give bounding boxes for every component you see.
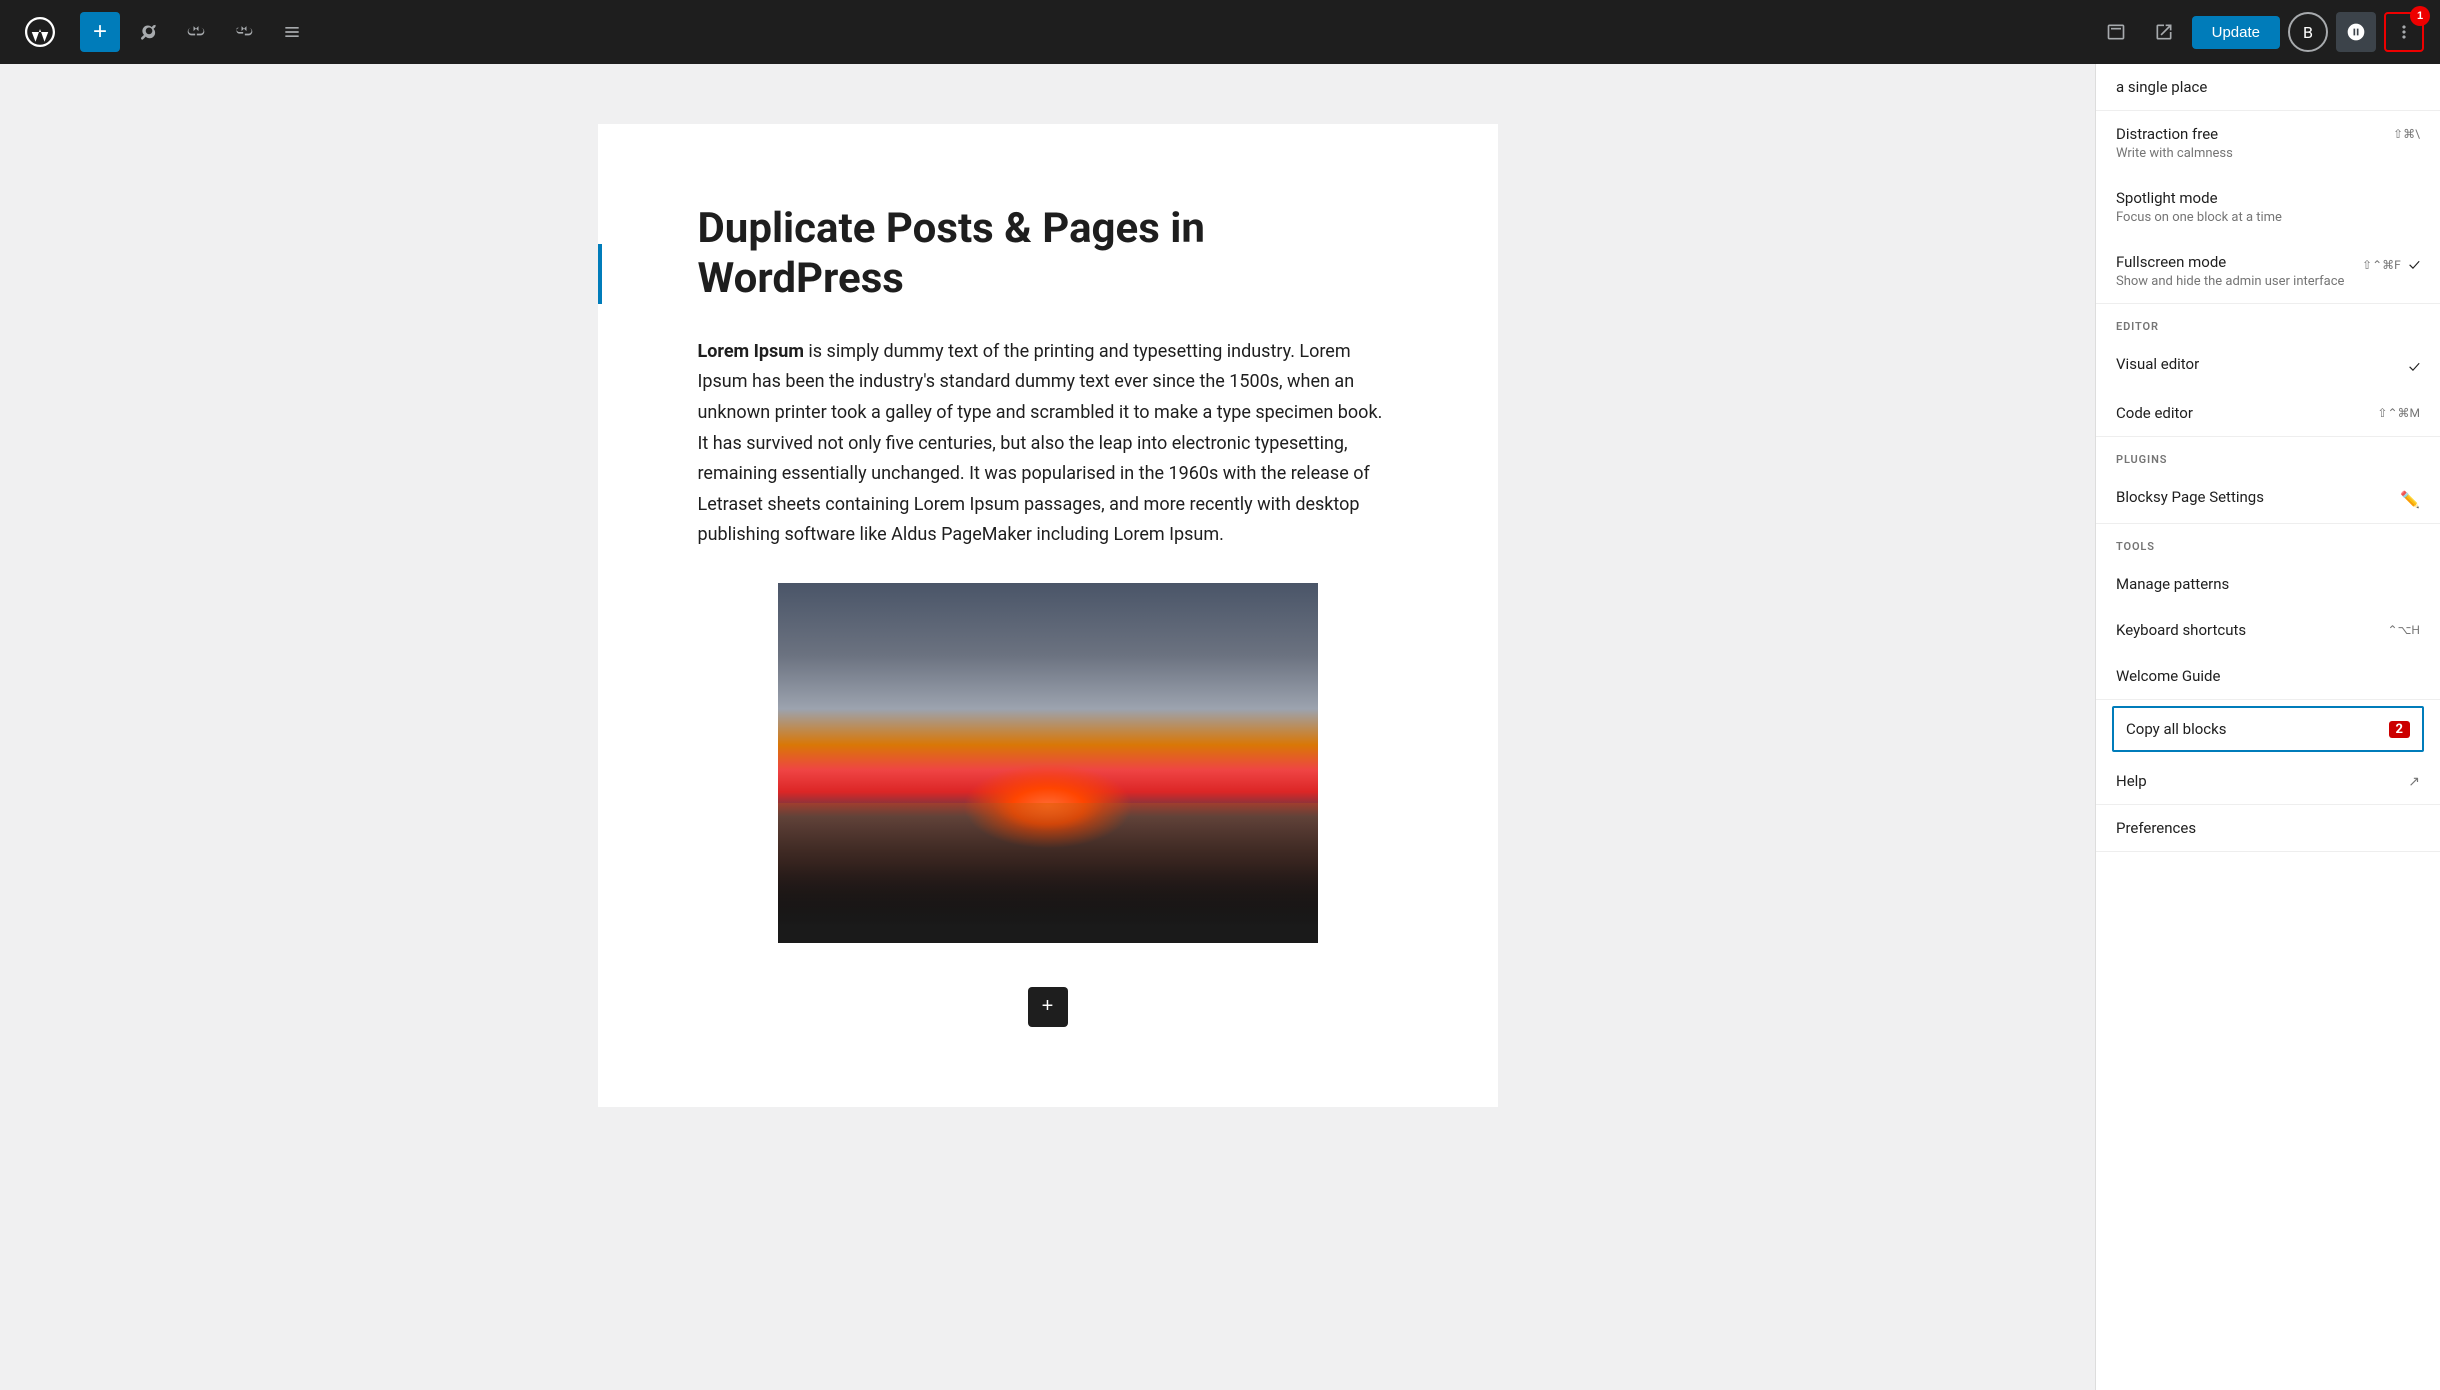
copy-all-blocks-wrapper: Copy all blocks 2 (2096, 700, 2440, 758)
plugins-section-header: PLUGINS (2096, 437, 2440, 474)
code-editor-item[interactable]: Code editor ⇧⌃⌘M (2096, 390, 2440, 436)
view-button[interactable] (2144, 12, 2184, 52)
wp-logo[interactable] (16, 8, 64, 56)
preview-options-button[interactable] (2096, 12, 2136, 52)
lorem-ipsum-bold: Lorem Ipsum (698, 341, 804, 362)
panel-top-text: a single place (2096, 64, 2440, 111)
fullscreen-check-icon: ✓ (2409, 255, 2420, 274)
options-dropdown-panel: a single place Distraction free Write wi… (2095, 64, 2440, 1390)
manage-patterns-item[interactable]: Manage patterns (2096, 561, 2440, 607)
preferences-section: Preferences (2096, 805, 2440, 852)
preferences-item[interactable]: Preferences (2096, 805, 2440, 851)
pencil-icon: ✏️ (2400, 490, 2420, 509)
fullscreen-mode-item[interactable]: Fullscreen mode Show and hide the admin … (2096, 239, 2440, 303)
help-section: Help ↗ (2096, 758, 2440, 805)
external-link-icon: ↗ (2408, 774, 2420, 790)
user-avatar[interactable]: B (2288, 12, 2328, 52)
tools-section: TOOLS Manage patterns Keyboard shortcuts… (2096, 524, 2440, 700)
add-block-below-button[interactable]: + (1028, 987, 1068, 1027)
tools-button[interactable] (128, 12, 168, 52)
copy-all-blocks-item[interactable]: Copy all blocks 2 (2112, 706, 2424, 752)
editor-section-header: EDITOR (2096, 304, 2440, 341)
settings-panel-button[interactable] (2336, 12, 2376, 52)
visual-editor-item[interactable]: Visual editor ✓ (2096, 341, 2440, 390)
post-image[interactable] (778, 583, 1318, 943)
tools-section-header: TOOLS (2096, 524, 2440, 561)
help-item[interactable]: Help ↗ (2096, 758, 2440, 804)
main-area: Duplicate Posts & Pages in WordPress Lor… (0, 64, 2440, 1390)
copy-all-blocks-count: 2 (2389, 721, 2410, 738)
distraction-free-item[interactable]: Distraction free Write with calmness ⇧⌘\ (2096, 111, 2440, 175)
document-overview-button[interactable] (272, 12, 312, 52)
topbar: + Update B (0, 0, 2440, 64)
add-block-button[interactable]: + (80, 12, 120, 52)
editor-area: Duplicate Posts & Pages in WordPress Lor… (0, 64, 2095, 1390)
post-body-text: is simply dummy text of the printing and… (698, 341, 1383, 546)
view-section: Distraction free Write with calmness ⇧⌘\… (2096, 111, 2440, 304)
spotlight-mode-item[interactable]: Spotlight mode Focus on one block at a t… (2096, 175, 2440, 239)
editor-section: EDITOR Visual editor ✓ Code editor ⇧⌃⌘M (2096, 304, 2440, 437)
rocks-overlay (778, 863, 1318, 943)
visual-editor-check-icon: ✓ (2409, 357, 2420, 376)
notification-badge: 1 (2410, 6, 2430, 26)
sunset-photo (778, 583, 1318, 943)
update-button[interactable]: Update (2192, 16, 2280, 49)
editor-content: Duplicate Posts & Pages in WordPress Lor… (598, 124, 1498, 1107)
plugins-section: PLUGINS Blocksy Page Settings ✏️ (2096, 437, 2440, 524)
welcome-guide-item[interactable]: Welcome Guide (2096, 653, 2440, 699)
blocksy-page-settings-item[interactable]: Blocksy Page Settings ✏️ (2096, 474, 2440, 523)
undo-button[interactable] (176, 12, 216, 52)
redo-button[interactable] (224, 12, 264, 52)
block-indicator (598, 244, 602, 304)
post-title[interactable]: Duplicate Posts & Pages in WordPress (698, 204, 1398, 305)
post-body-paragraph[interactable]: Lorem Ipsum is simply dummy text of the … (698, 337, 1398, 551)
more-options-button[interactable]: 1 (2384, 12, 2424, 52)
keyboard-shortcuts-item[interactable]: Keyboard shortcuts ⌃⌥H (2096, 607, 2440, 653)
